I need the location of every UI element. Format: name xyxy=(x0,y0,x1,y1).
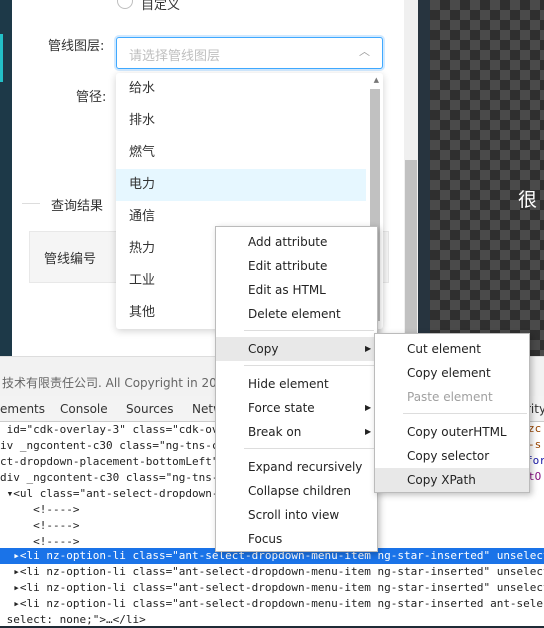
results-label: 查询结果 xyxy=(51,199,104,214)
submenu-arrow-icon: ▶ xyxy=(365,344,372,353)
menu-item-edit-as-html[interactable]: Edit as HTML xyxy=(216,278,377,302)
copy-submenu: Cut element Copy element Paste element C… xyxy=(374,333,530,493)
results-divider xyxy=(22,203,40,204)
scroll-up-arrow-icon[interactable]: ▲ xyxy=(374,76,379,84)
menu-item-collapse-children[interactable]: Collapse children xyxy=(216,479,377,503)
dropdown-option[interactable]: 给水 xyxy=(116,73,366,105)
menu-item-paste-element: Paste element xyxy=(407,390,493,404)
menu-item-add-attribute[interactable]: Add attribute xyxy=(216,230,377,254)
menu-item-edit-attribute[interactable]: Edit attribute xyxy=(216,254,377,278)
map-overlay-text: 很 xyxy=(518,189,538,211)
menu-item-cut-element[interactable]: Cut element xyxy=(375,337,529,361)
menu-separator xyxy=(244,330,374,331)
menu-item-force-state[interactable]: Force state ▶ xyxy=(216,396,377,420)
table-column-pipe-id: 管线编号 xyxy=(44,252,97,267)
layer-select-placeholder: 请选择管线图层 xyxy=(129,49,221,64)
menu-item-copy-selector[interactable]: Copy selector xyxy=(375,444,529,468)
submenu-arrow-icon: ▶ xyxy=(365,403,372,412)
dropdown-option-active[interactable]: 电力 xyxy=(116,169,366,201)
menu-item-focus[interactable]: Focus xyxy=(216,527,377,551)
menu-item-break-on-label: Break on xyxy=(248,425,302,439)
panel-scrollbar-thumb[interactable] xyxy=(405,160,417,356)
chevron-up-icon: ︿ xyxy=(359,45,370,58)
menu-item-copy-element[interactable]: Copy element xyxy=(375,361,529,385)
layer-label: 管线图层: xyxy=(48,39,105,54)
menu-item-copy-label: Copy xyxy=(248,342,279,356)
map-canvas[interactable] xyxy=(430,0,544,356)
tab-console[interactable]: Console xyxy=(60,402,108,416)
menu-separator xyxy=(244,365,374,366)
dropdown-option[interactable]: 燃气 xyxy=(116,137,366,169)
context-menu: Add attribute Edit attribute Edit as HTM… xyxy=(215,226,378,552)
left-sidebar-edge xyxy=(0,0,12,356)
tab-sources[interactable]: Sources xyxy=(126,402,173,416)
submenu-arrow-icon: ▶ xyxy=(365,427,372,436)
custom-radio-label: 自定义 xyxy=(141,0,181,13)
menu-item-copy-outerhtml[interactable]: Copy outerHTML xyxy=(375,420,529,444)
dom-node-line[interactable]: ▸<li nz-option-li class="ant-select-drop… xyxy=(0,596,544,612)
menu-item-break-on[interactable]: Break on ▶ xyxy=(216,420,377,444)
menu-separator xyxy=(403,413,527,414)
footer-copyright: 技术有限责任公司. All Copyright in 2018 xyxy=(2,376,233,390)
menu-item-expand-recursively[interactable]: Expand recursively xyxy=(216,455,377,479)
dropdown-option[interactable]: 排水 xyxy=(116,105,366,137)
dom-node-line[interactable]: ▸<li nz-option-li class="ant-select-drop… xyxy=(0,564,544,580)
dom-node-line[interactable]: ▸<li nz-option-li class="ant-select-drop… xyxy=(0,580,544,596)
menu-item-copy[interactable]: Copy ▶ xyxy=(216,337,377,361)
panel-divider xyxy=(418,0,430,356)
menu-item-copy-xpath[interactable]: Copy XPath xyxy=(375,468,529,492)
menu-item-delete-element[interactable]: Delete element xyxy=(216,302,377,326)
diameter-label: 管径: xyxy=(76,90,107,105)
menu-item-hide-element[interactable]: Hide element xyxy=(216,372,377,396)
menu-separator xyxy=(244,448,374,449)
menu-item-scroll-into-view[interactable]: Scroll into view xyxy=(216,503,377,527)
menu-item-force-state-label: Force state xyxy=(248,401,315,415)
tab-elements[interactable]: ements xyxy=(0,402,45,416)
layer-select[interactable]: 请选择管线图层 ︿ xyxy=(116,37,383,69)
